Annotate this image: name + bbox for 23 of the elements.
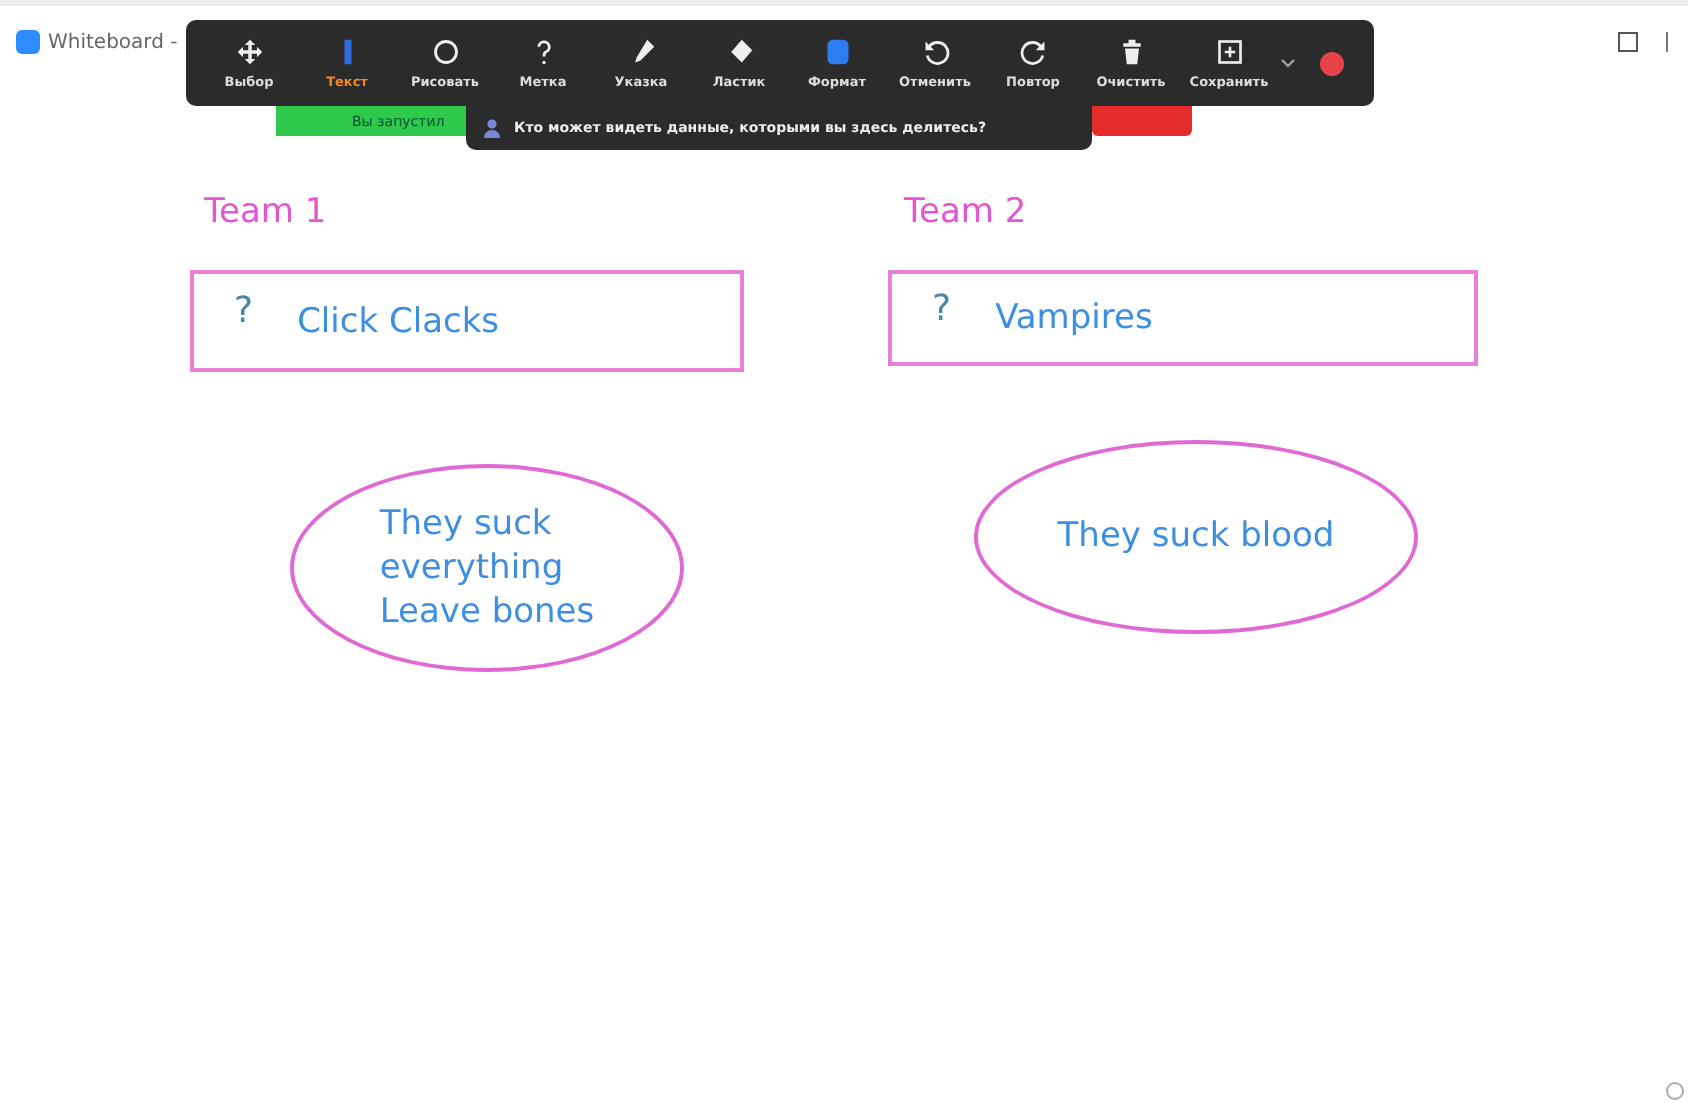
save-icon <box>1215 37 1243 65</box>
corner-icon <box>1666 1082 1684 1100</box>
team-heading: Team 2 <box>904 192 1027 232</box>
square-icon <box>823 37 851 65</box>
person-icon <box>482 118 502 138</box>
stop-button[interactable] <box>1320 51 1344 75</box>
app-icon <box>16 30 40 54</box>
maximize-icon[interactable] <box>1618 32 1638 52</box>
trash-icon <box>1117 37 1145 65</box>
alert-banner <box>1092 106 1192 136</box>
note-text: They suck everything Leave bones <box>379 501 595 635</box>
undo-icon <box>921 37 949 65</box>
circle-icon <box>431 37 459 65</box>
team-heading: Team 1 <box>204 192 327 232</box>
question-mark: ? <box>932 287 952 329</box>
window-title: Whiteboard - <box>48 31 178 53</box>
caret-icon[interactable] <box>1280 57 1296 69</box>
move-icon <box>235 37 263 65</box>
note-text: They suck blood <box>1057 514 1335 560</box>
question-mark: ? <box>234 290 254 332</box>
redo-icon <box>1019 37 1047 65</box>
team-name: Vampires <box>995 298 1153 338</box>
team-name: Click Clacks <box>297 301 500 341</box>
